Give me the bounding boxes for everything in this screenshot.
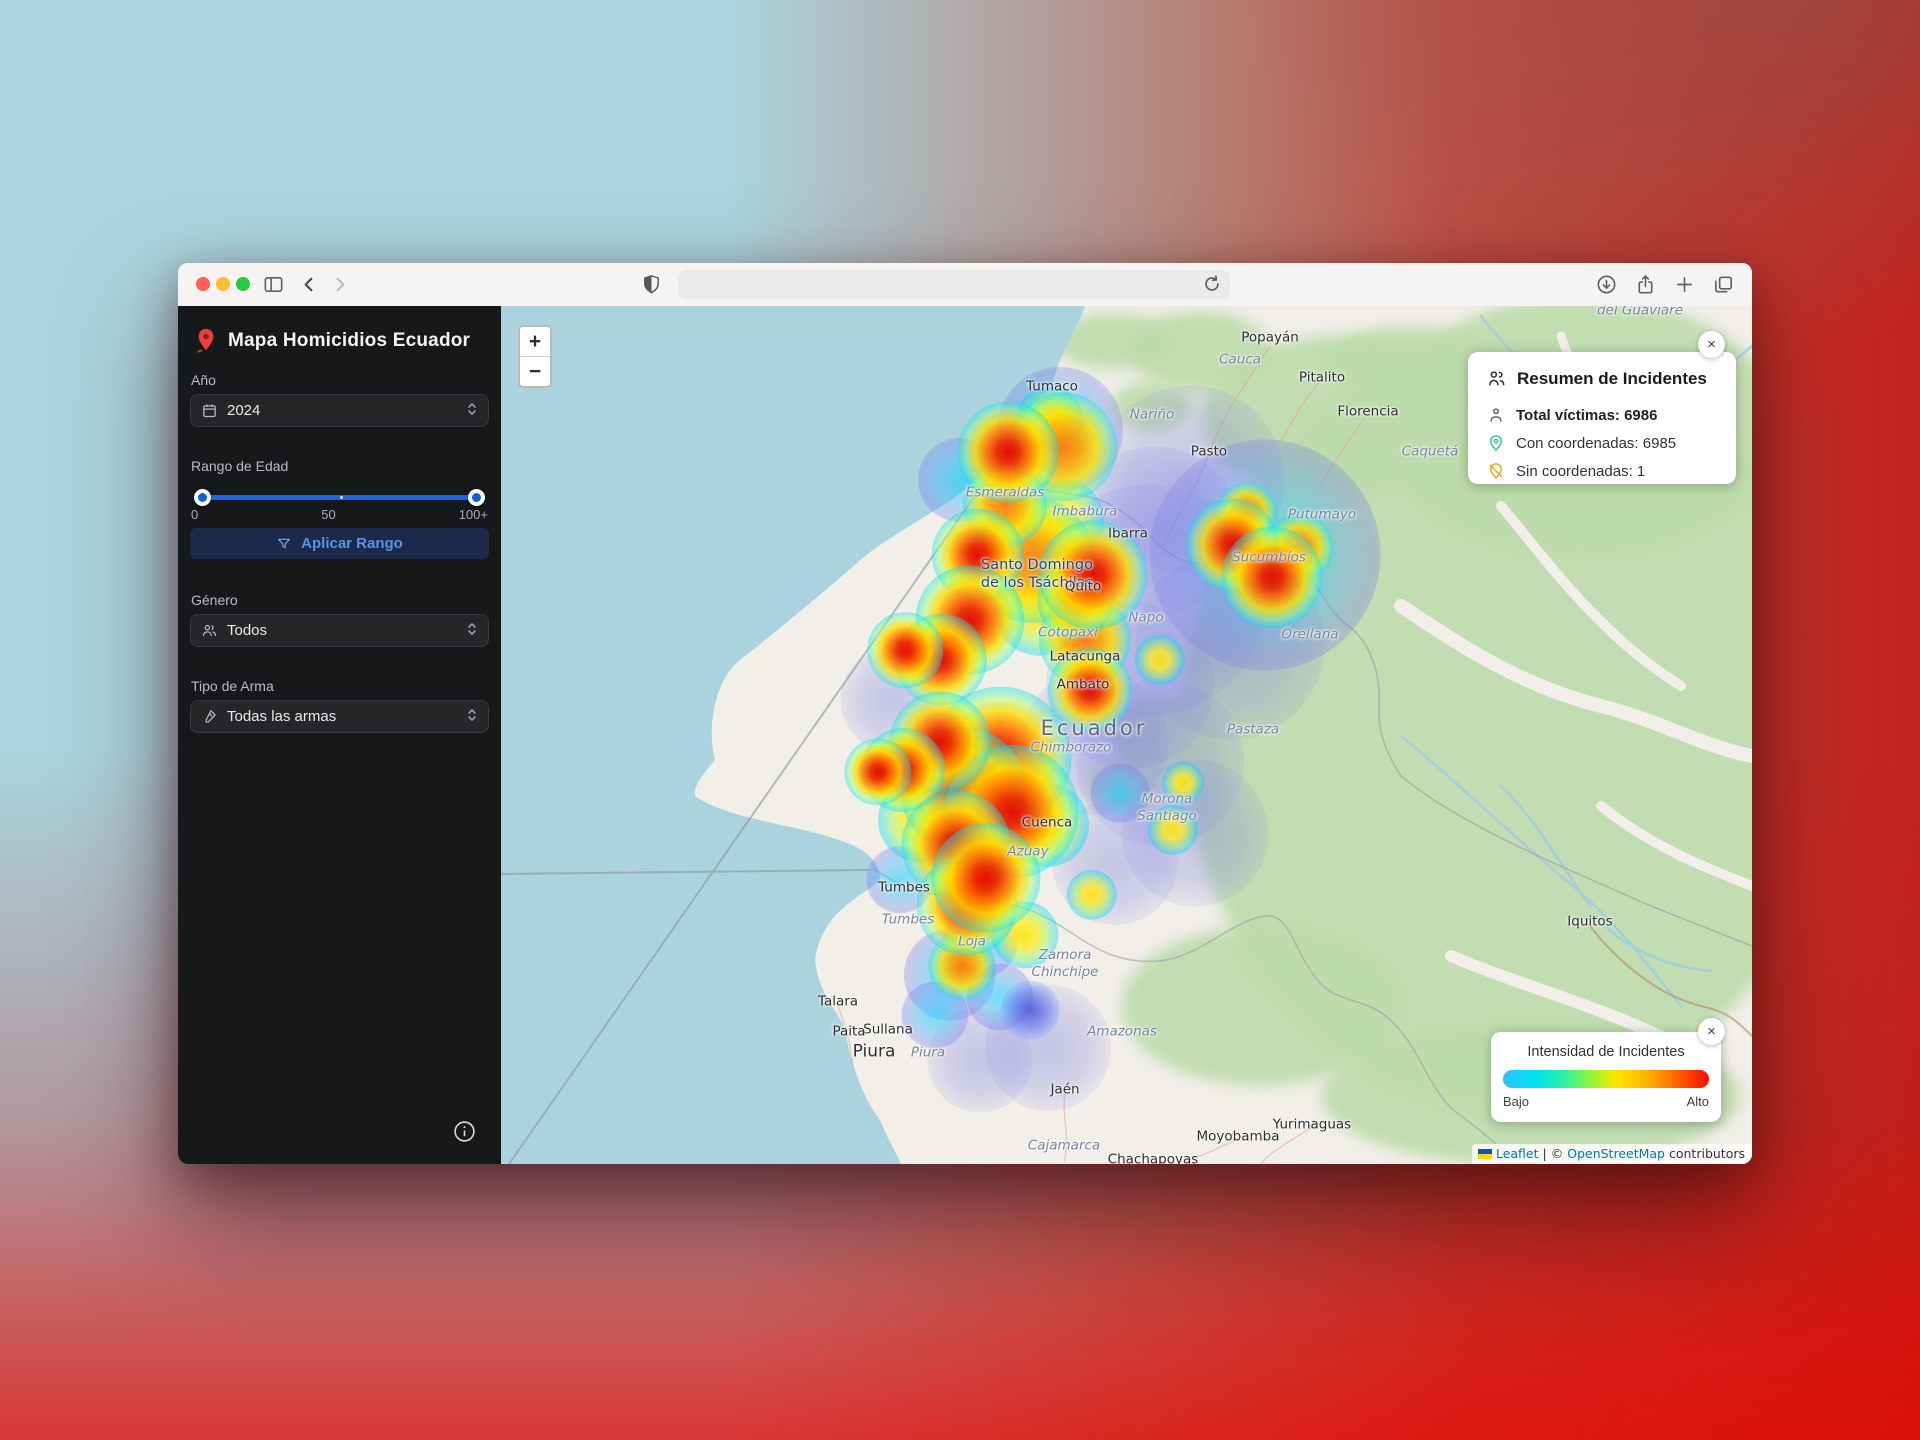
heat-blob — [1001, 981, 1060, 1040]
intensity-legend-panel: Intensidad de Incidentes Bajo Alto — [1491, 1032, 1721, 1122]
attribution-suffix: contributors — [1669, 1146, 1745, 1161]
incident-summary-panel: Resumen de Incidentes Total víctimas: 69… — [1468, 352, 1736, 484]
ukraine-flag-icon — [1478, 1149, 1492, 1159]
legend-gradient-bar — [1503, 1070, 1709, 1088]
heat-blob — [958, 402, 1059, 503]
heat-blob — [844, 738, 911, 805]
forward-icon[interactable] — [328, 273, 351, 296]
location-pin-icon — [1487, 434, 1505, 452]
summary-close-button[interactable]: × — [1698, 331, 1725, 358]
app-title: Mapa Homicidios Ecuador — [228, 330, 470, 352]
weapon-label: Tipo de Arma — [191, 678, 274, 694]
age-range-label: Rango de Edad — [191, 458, 288, 474]
zoom-window-button[interactable] — [236, 277, 250, 291]
person-icon — [1487, 406, 1505, 424]
filter-funnel-icon — [276, 536, 292, 552]
heat-blob — [1162, 762, 1204, 804]
gender-value: Todos — [227, 622, 267, 639]
legend-close-button[interactable]: × — [1698, 1018, 1725, 1045]
heat-blob — [1222, 527, 1323, 628]
heat-blob — [931, 823, 1040, 932]
heat-blob — [1038, 520, 1147, 629]
zoom-control: + − — [518, 325, 552, 388]
heat-blob — [1091, 764, 1150, 823]
apply-range-button[interactable]: Aplicar Rango — [190, 528, 489, 559]
downloads-icon[interactable] — [1595, 273, 1618, 296]
attribution-copyright: © — [1551, 1146, 1564, 1161]
url-address-bar[interactable] — [678, 270, 1230, 299]
close-window-button[interactable] — [196, 277, 210, 291]
leaflet-link[interactable]: Leaflet — [1496, 1146, 1539, 1161]
attribution-separator: | — [1543, 1146, 1547, 1161]
zoom-in-button[interactable]: + — [520, 327, 550, 356]
slider-handle-min[interactable] — [194, 489, 211, 506]
select-chevrons-icon — [466, 707, 478, 727]
reload-icon[interactable] — [1201, 273, 1223, 295]
calendar-icon — [201, 402, 218, 419]
slider-handle-max[interactable] — [468, 489, 485, 506]
summary-without-coords: Sin coordenadas: 1 — [1516, 463, 1645, 480]
year-select[interactable]: 2024 — [190, 394, 489, 427]
slider-midpoint — [340, 496, 343, 499]
weapon-select[interactable]: Todas las armas — [190, 700, 489, 733]
browser-titlebar — [178, 263, 1752, 307]
gender-select[interactable]: Todos — [190, 614, 489, 647]
heat-blob — [867, 612, 943, 688]
browser-window: Mapa Homicidios Ecuador Año 2024 Rango — [178, 263, 1752, 1164]
year-value: 2024 — [227, 402, 260, 419]
summary-total: Total víctimas: 6986 — [1516, 407, 1657, 424]
people-group-icon — [1486, 368, 1507, 389]
privacy-shield-icon[interactable] — [640, 273, 663, 296]
map-attribution: Leaflet | © OpenStreetMap contributors — [1472, 1144, 1752, 1164]
knife-icon — [201, 708, 218, 725]
map-pin-icon — [194, 328, 218, 354]
year-label: Año — [191, 372, 216, 388]
summary-title: Resumen de Incidentes — [1517, 369, 1707, 389]
weapon-value: Todas las armas — [227, 708, 336, 725]
apply-range-label: Aplicar Rango — [301, 535, 403, 552]
age-scale-max: 100+ — [459, 507, 488, 522]
location-off-icon — [1487, 462, 1505, 480]
zoom-out-button[interactable]: − — [520, 356, 550, 386]
gender-label: Género — [191, 592, 238, 608]
people-icon — [201, 622, 218, 639]
leaflet-map[interactable]: del GuaviarePopayánCaucaPitalitoTumacoFl… — [501, 306, 1752, 1164]
age-scale-min: 0 — [191, 507, 198, 522]
age-scale: 0 50 100+ — [191, 507, 488, 522]
legend-title: Intensidad de Incidentes — [1491, 1044, 1721, 1060]
legend-low: Bajo — [1503, 1094, 1529, 1109]
summary-with-coords: Con coordenadas: 6985 — [1516, 435, 1676, 452]
legend-high: Alto — [1687, 1094, 1709, 1109]
info-button[interactable] — [452, 1119, 477, 1144]
select-chevrons-icon — [466, 401, 478, 421]
new-tab-icon[interactable] — [1673, 273, 1696, 296]
tab-overview-icon[interactable] — [1712, 273, 1735, 296]
osm-link[interactable]: OpenStreetMap — [1567, 1146, 1665, 1161]
filters-sidebar: Mapa Homicidios Ecuador Año 2024 Rango — [178, 306, 501, 1164]
select-chevrons-icon — [466, 621, 478, 641]
minimize-window-button[interactable] — [216, 277, 230, 291]
share-icon[interactable] — [1634, 273, 1657, 296]
age-range-slider[interactable] — [196, 489, 483, 505]
age-scale-mid: 50 — [321, 507, 335, 522]
sidebar-toggle-icon[interactable] — [262, 273, 285, 296]
back-icon[interactable] — [298, 273, 321, 296]
